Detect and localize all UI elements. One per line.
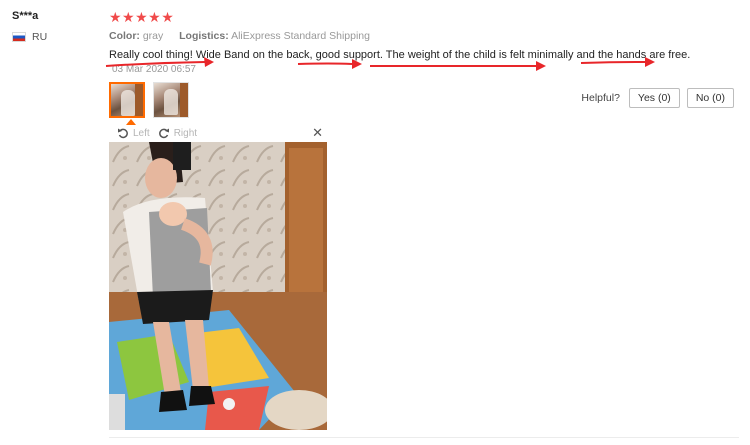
helpful-section: Helpful? Yes (0) No (0) xyxy=(581,88,734,108)
star-rating: ★★★★★ xyxy=(109,9,175,25)
logistics-value: AliExpress Standard Shipping xyxy=(231,30,370,42)
rotate-right-button[interactable]: Right xyxy=(158,127,197,139)
reviewer-country: RU xyxy=(12,31,47,43)
review-meta: Color: gray Logistics: AliExpress Standa… xyxy=(109,30,739,42)
rotate-right-label: Right xyxy=(173,127,198,139)
helpful-label: Helpful? xyxy=(581,92,620,104)
helpful-no-button[interactable]: No (0) xyxy=(686,88,734,108)
review-photo-large xyxy=(109,142,327,430)
reviewer-info: S***a RU xyxy=(12,10,47,43)
review-content: ★★★★★ Color: gray Logistics: AliExpress … xyxy=(109,9,739,75)
rotate-left-icon xyxy=(118,128,128,139)
review-date: 03 Mar 2020 06:57 xyxy=(112,64,196,75)
helpful-yes-button[interactable]: Yes (0) xyxy=(628,88,680,108)
thumbnail-1[interactable] xyxy=(109,82,145,118)
color-value: gray xyxy=(142,30,164,42)
rotate-left-button[interactable]: Left xyxy=(117,127,150,139)
thumbnail-2[interactable] xyxy=(153,82,189,118)
review-photo-illustration xyxy=(109,142,327,430)
rotate-left-label: Left xyxy=(133,127,150,139)
rotate-right-icon xyxy=(158,128,169,139)
image-viewer-toolbar: Left Right ✕ xyxy=(109,125,327,141)
review-thumbnails xyxy=(109,82,189,118)
color-label: Color: xyxy=(109,30,140,42)
close-icon[interactable]: ✕ xyxy=(312,126,323,139)
country-code: RU xyxy=(32,31,48,43)
review-divider xyxy=(109,437,739,438)
flag-ru-icon xyxy=(12,32,26,42)
reviewer-name: S***a xyxy=(12,10,39,22)
logistics-label: Logistics: xyxy=(179,30,229,42)
review-text: Really cool thing! Wide Band on the back… xyxy=(109,49,691,61)
